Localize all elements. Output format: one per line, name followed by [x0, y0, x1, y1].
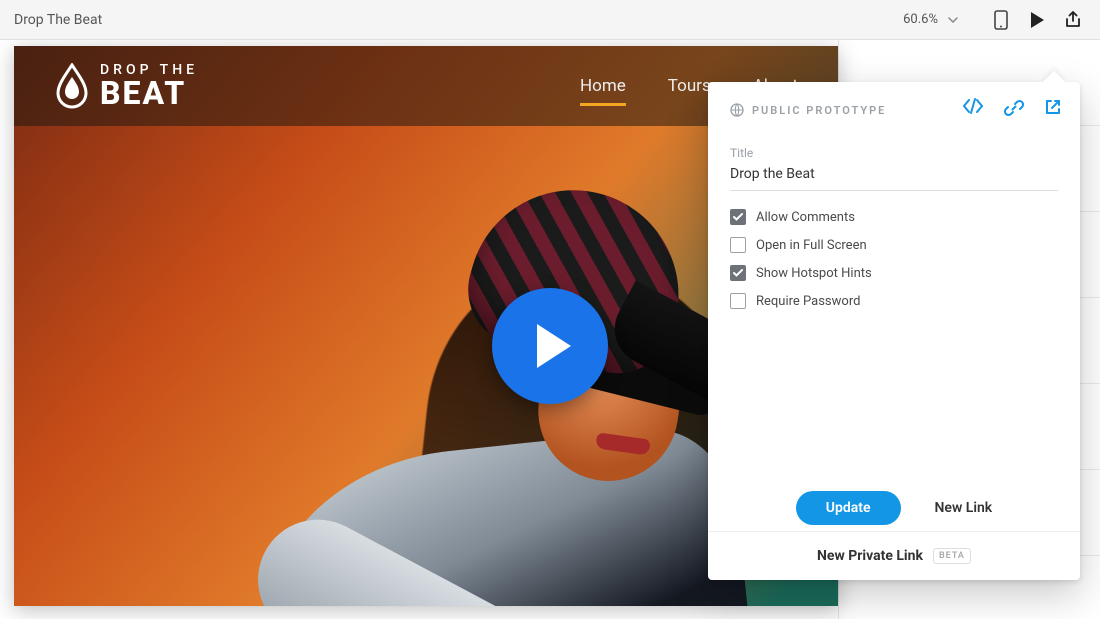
copy-link-icon[interactable] [1004, 98, 1024, 122]
new-link-button[interactable]: New Link [935, 500, 993, 516]
option-fullscreen[interactable]: Open in Full Screen [730, 237, 1058, 253]
device-preview-icon[interactable] [988, 7, 1014, 33]
share-type-label: PUBLIC PROTOTYPE [752, 104, 886, 117]
globe-icon [730, 103, 744, 117]
checkbox-icon [730, 237, 746, 253]
option-allow-comments[interactable]: Allow Comments [730, 209, 1058, 225]
update-button[interactable]: Update [796, 491, 901, 525]
brand-bottom-text: BEAT [100, 77, 198, 109]
checkbox-icon [730, 265, 746, 281]
option-label: Open in Full Screen [756, 238, 867, 253]
option-require-password[interactable]: Require Password [730, 293, 1058, 309]
checkbox-icon [730, 209, 746, 225]
title-field-label: Title [730, 146, 1058, 160]
nav-home[interactable]: Home [580, 70, 626, 102]
embed-code-icon[interactable] [962, 98, 984, 122]
option-label: Require Password [756, 294, 860, 309]
document-title: Drop The Beat [14, 12, 102, 28]
share-popover: PUBLIC PROTOTYPE Title Allow C [708, 82, 1080, 580]
open-external-icon[interactable] [1044, 98, 1062, 122]
play-icon[interactable] [1024, 7, 1050, 33]
drop-icon [54, 63, 90, 109]
option-label: Show Hotspot Hints [756, 266, 872, 281]
title-input[interactable] [730, 160, 1058, 191]
new-private-link-button[interactable]: New Private Link [817, 548, 923, 564]
checkbox-icon [730, 293, 746, 309]
video-play-button[interactable] [492, 288, 608, 404]
chevron-down-icon[interactable] [946, 13, 960, 27]
option-hotspot-hints[interactable]: Show Hotspot Hints [730, 265, 1058, 281]
option-label: Allow Comments [756, 210, 855, 225]
play-triangle-icon [537, 324, 571, 368]
nav-tours[interactable]: Tours [668, 70, 711, 102]
topbar: Drop The Beat 60.6% [0, 0, 1100, 40]
beta-badge: BETA [933, 548, 971, 564]
zoom-level[interactable]: 60.6% [903, 12, 938, 27]
canvas: DROP THE BEAT Home Tours About [0, 40, 1100, 619]
site-logo[interactable]: DROP THE BEAT [54, 63, 198, 109]
share-icon[interactable] [1060, 7, 1086, 33]
